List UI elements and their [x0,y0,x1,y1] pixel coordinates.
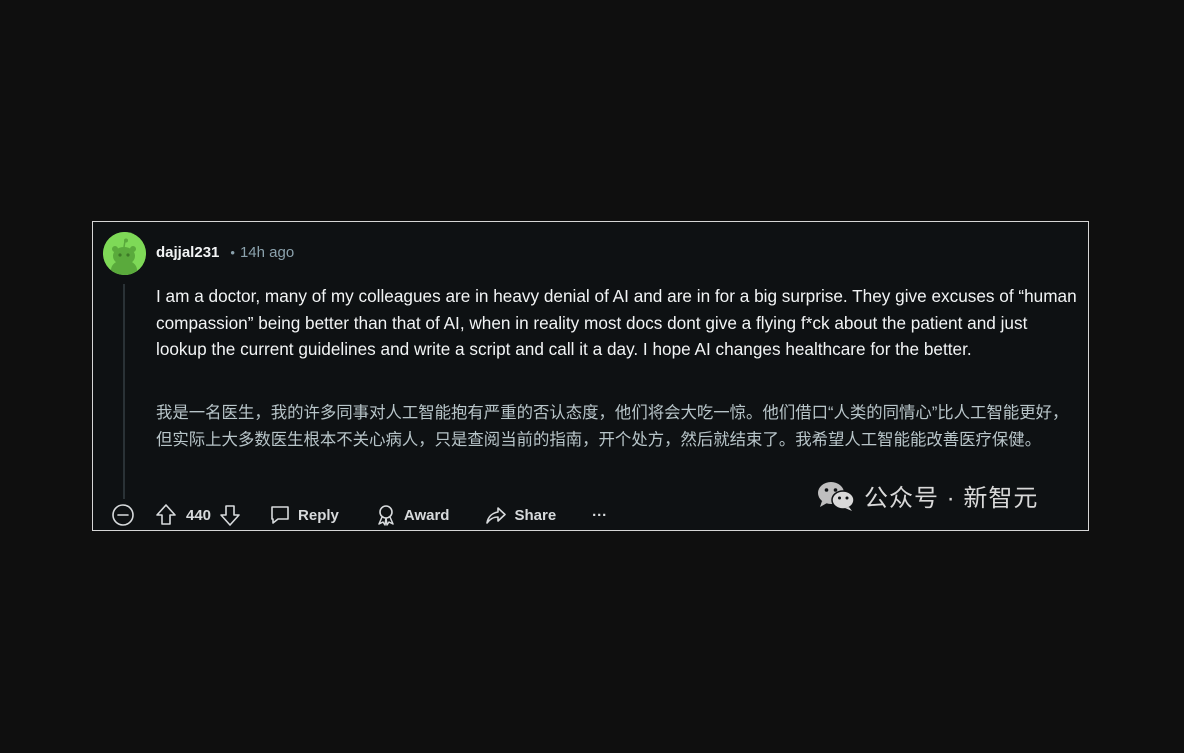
share-button[interactable]: Share [485,504,556,526]
avatar[interactable] [103,232,146,275]
award-icon [378,505,394,526]
comment-card: dajjal231 • 14h ago I am a doctor, many … [92,221,1089,531]
collapse-button[interactable] [111,503,135,527]
action-bar: 440 Reply Award Share ··· [111,502,607,528]
wechat-icon [818,481,855,511]
comment-bubble-icon [271,506,289,524]
share-arrow-icon [486,507,507,524]
ellipsis-icon: ··· [592,506,608,524]
arrow-down-icon [220,505,240,526]
minus-circle-icon [112,504,134,526]
timestamp[interactable]: 14h ago [240,244,294,261]
thread-line[interactable] [123,284,125,499]
arrow-up-icon [156,504,176,525]
comment-header: dajjal231 • 14h ago [156,244,294,261]
reply-button[interactable]: Reply [269,504,339,526]
award-label: Award [403,506,450,524]
username[interactable]: dajjal231 [156,244,219,261]
reply-label: Reply [298,506,339,524]
comment-body-chinese: 我是一名医生，我的许多同事对人工智能抱有严重的否认态度，他们将会大吃一惊。他们借… [156,404,1069,449]
downvote-button[interactable] [219,503,241,527]
award-button[interactable]: Award [375,504,450,526]
snoo-avatar-icon [103,232,146,275]
share-label: Share [514,506,557,524]
more-options-button[interactable]: ··· [592,507,607,524]
watermark: 公众号 · 新智元 [816,478,1038,513]
watermark-text: 公众号 · 新智元 [864,485,1039,512]
upvote-button[interactable] [155,503,177,527]
comment-body-english: I am a doctor, many of my colleagues are… [156,286,1077,359]
vote-score: 440 [186,506,212,524]
separator-dot: • [230,245,235,260]
